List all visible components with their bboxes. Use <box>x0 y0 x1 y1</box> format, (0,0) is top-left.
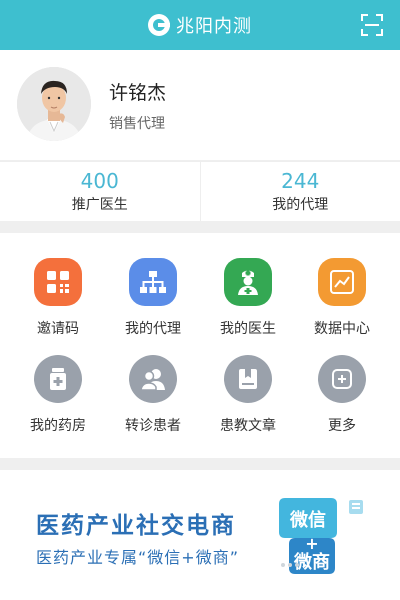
menu-item-invite-code[interactable]: 邀请码 <box>8 258 108 338</box>
brand-logo-icon <box>148 14 170 36</box>
menu-item-label: 转诊患者 <box>125 418 181 434</box>
stat-value: 400 <box>80 168 119 193</box>
more-plus-icon <box>318 355 366 403</box>
banner-title: 医药产业社交电商 <box>36 513 236 539</box>
stat-value: 244 <box>281 168 320 193</box>
menu-item-label: 患教文章 <box>220 418 276 434</box>
menu-item-my-doctors[interactable]: 我的医生 <box>198 258 298 338</box>
menu-item-label: 我的药房 <box>30 418 86 434</box>
menu-item-label: 更多 <box>328 418 356 434</box>
banner-subtitle: 医药产业专属“微信+微商” <box>36 548 239 567</box>
stat-label: 我的代理 <box>272 196 329 213</box>
article-icon <box>224 355 272 403</box>
wechat-commerce-illustration: 微信 + 微商 <box>279 498 363 574</box>
patients-icon <box>129 355 177 403</box>
menu-item-more[interactable]: 更多 <box>292 355 392 435</box>
banner-art-top-text: 微信 <box>289 509 326 531</box>
user-name: 许铭杰 <box>109 82 167 104</box>
menu-item-my-agents[interactable]: 我的代理 <box>103 258 203 338</box>
menu-item-patient-articles[interactable]: 患教文章 <box>198 355 298 435</box>
stats-bar: 400 推广医生 244 我的代理 <box>0 161 400 221</box>
org-chart-icon <box>129 258 177 306</box>
qr-code-icon <box>34 258 82 306</box>
doctor-icon <box>224 258 272 306</box>
menu-item-label: 我的代理 <box>125 321 181 337</box>
user-role: 销售代理 <box>109 116 165 132</box>
menu-item-referral-patients[interactable]: 转诊患者 <box>103 355 203 435</box>
function-grid: 邀请码 我的代理 我的医生 数据中心 我的药房 转诊患者 患教文章 更多 <box>0 233 400 458</box>
menu-item-my-pharmacy[interactable]: 我的药房 <box>8 355 108 435</box>
stat-my-agents[interactable]: 244 我的代理 <box>199 162 400 221</box>
menu-item-label: 邀请码 <box>37 321 79 337</box>
avatar[interactable] <box>17 67 91 141</box>
stat-promoted-doctors[interactable]: 400 推广医生 <box>0 162 200 221</box>
carousel-dots[interactable] <box>280 562 300 568</box>
promo-banner[interactable]: 医药产业社交电商 医药产业专属“微信+微商” 微信 + 微商 <box>0 470 400 600</box>
pharmacy-icon <box>34 355 82 403</box>
banner-art-plus-text: + <box>305 534 318 553</box>
chart-icon <box>318 258 366 306</box>
scan-icon[interactable] <box>360 13 384 37</box>
page-title: 兆阳内测 <box>176 16 252 37</box>
menu-item-data-center[interactable]: 数据中心 <box>292 258 392 338</box>
profile-card[interactable]: 许铭杰 销售代理 <box>0 50 400 160</box>
header-title-group: 兆阳内测 <box>148 12 252 38</box>
menu-item-label: 我的医生 <box>220 321 276 337</box>
top-header: 兆阳内测 <box>0 0 400 50</box>
stat-label: 推广医生 <box>71 196 128 213</box>
menu-item-label: 数据中心 <box>314 321 370 337</box>
